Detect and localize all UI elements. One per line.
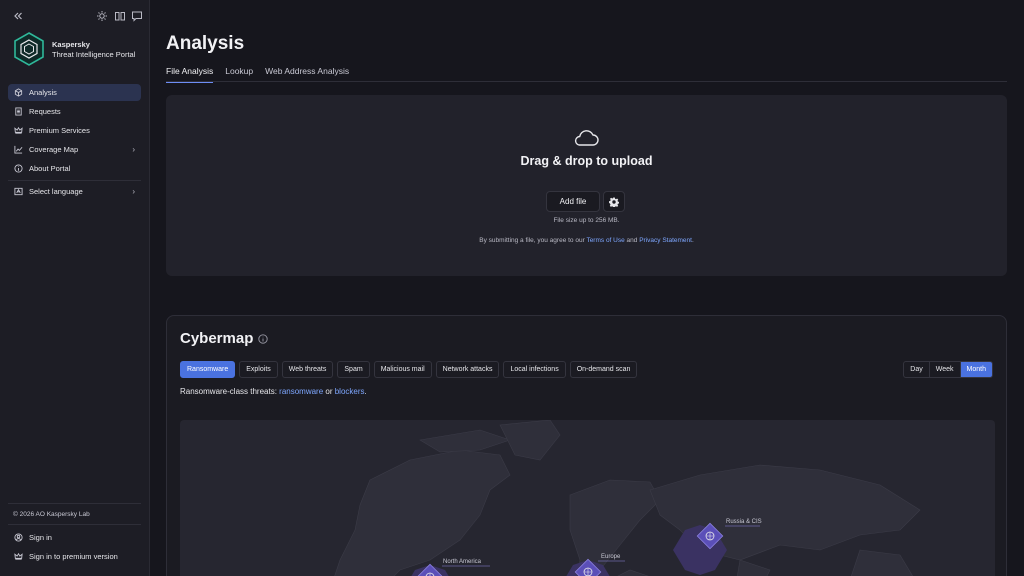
document-icon (14, 107, 23, 116)
filter-on-demand-scan[interactable]: On-demand scan (569, 361, 638, 378)
tabs-divider (166, 81, 1007, 82)
chevron-right-icon: › (132, 145, 135, 154)
filter-spam[interactable]: Spam (337, 361, 370, 378)
upload-dropzone[interactable]: Drag & drop to upload Add file File size… (166, 95, 1007, 276)
region-label-europe: Europe (601, 554, 621, 560)
filter-malicious-mail[interactable]: Malicious mail (373, 361, 432, 378)
nav-label: Coverage Map (29, 145, 79, 154)
nav-item-coverage-map[interactable]: Coverage Map › (8, 141, 141, 158)
ransomware-link[interactable]: ransomware (279, 387, 323, 396)
nav-label: About Portal (29, 164, 71, 173)
filter-local-infections[interactable]: Local infections (503, 361, 566, 378)
filter-network-attacks[interactable]: Network attacks (435, 361, 500, 378)
region-label-north-america: North America (443, 559, 482, 565)
filter-web-threats[interactable]: Web threats (281, 361, 334, 378)
desc-text: or (323, 387, 335, 396)
nav-item-analysis[interactable]: Analysis (8, 84, 141, 101)
period-week[interactable]: Week (930, 362, 961, 377)
nav-label: Premium Services (29, 126, 90, 135)
info-icon[interactable] (258, 334, 268, 344)
period-day[interactable]: Day (904, 362, 930, 377)
nav-label: Sign in (29, 533, 52, 542)
translate-icon (14, 187, 23, 196)
terms-text: . (691, 237, 694, 244)
sidebar-divider (8, 524, 141, 525)
terms-text: and (624, 237, 640, 244)
nav-item-about-portal[interactable]: About Portal (8, 160, 141, 177)
page-title: Analysis (166, 33, 245, 54)
sun-icon[interactable] (96, 10, 108, 22)
continents (334, 420, 921, 576)
region-label-russia-cis: Russia & CIS (726, 519, 762, 525)
sidebar: Kaspersky Threat Intelligence Portal Ana… (0, 0, 150, 576)
desc-text: . (364, 387, 367, 396)
brand-name: Kaspersky (52, 40, 90, 49)
terms-text: By submitting a file, you agree to our (479, 237, 587, 244)
sidebar-divider (8, 503, 141, 504)
info-icon (14, 164, 23, 173)
desc-text: Ransomware-class threats: (180, 387, 280, 396)
main-content: Analysis File Analysis Lookup Web Addres… (150, 0, 1024, 576)
nav-label: Requests (29, 107, 61, 116)
kaspersky-logo-icon (14, 32, 44, 66)
upload-title: Drag & drop to upload (520, 154, 653, 168)
terms-note: By submitting a file, you agree to our T… (166, 237, 1007, 244)
cube-icon (14, 88, 23, 97)
tab-web-address-analysis[interactable]: Web Address Analysis (265, 66, 349, 82)
file-size-note: File size up to 256 MB. (553, 217, 620, 224)
crown-icon (14, 552, 23, 561)
crown-icon (14, 126, 23, 135)
tabs: File Analysis Lookup Web Address Analysi… (166, 66, 361, 83)
brand[interactable]: Kaspersky Threat Intelligence Portal (12, 32, 144, 66)
gear-icon (609, 197, 619, 207)
threat-filter-group: Ransomware Exploits Web threats Spam Mal… (180, 361, 641, 378)
privacy-statement-link[interactable]: Privacy Statement (639, 237, 692, 244)
upload-settings-button[interactable] (603, 191, 625, 212)
nav-label: Sign in to premium version (29, 552, 118, 561)
add-file-button[interactable]: Add file (546, 191, 600, 212)
nav-item-requests[interactable]: Requests (8, 103, 141, 120)
chevron-right-icon: › (132, 187, 135, 196)
sidebar-toolbar (10, 8, 142, 24)
filter-exploits[interactable]: Exploits (239, 361, 278, 378)
sidebar-divider (8, 180, 141, 181)
world-map[interactable]: Russia & CIS North America Europe (180, 420, 995, 576)
terms-of-use-link[interactable]: Terms of Use (586, 237, 624, 244)
cybermap-panel: Cybermap Ransomware Exploits Web threats… (166, 315, 1007, 576)
period-month[interactable]: Month (960, 362, 992, 377)
user-icon (14, 533, 23, 542)
select-language[interactable]: Select language › (8, 183, 141, 200)
blockers-link[interactable]: blockers (335, 387, 365, 396)
sign-in-link[interactable]: Sign in (8, 529, 141, 546)
filter-ransomware[interactable]: Ransomware (180, 361, 236, 378)
brand-product: Threat Intelligence Portal (52, 50, 136, 59)
tab-lookup[interactable]: Lookup (225, 66, 253, 82)
nav-label: Select language (29, 187, 83, 196)
collapse-icon[interactable] (12, 10, 24, 22)
chart-icon (14, 145, 23, 154)
tab-file-analysis[interactable]: File Analysis (166, 66, 214, 83)
cloud-icon (574, 130, 599, 146)
nav-label: Analysis (29, 88, 57, 97)
book-icon[interactable] (114, 10, 126, 22)
copyright: © 2026 AO Kaspersky Lab (13, 511, 90, 518)
nav-item-premium-services[interactable]: Premium Services (8, 122, 141, 139)
chat-icon[interactable] (131, 10, 143, 22)
sign-in-premium-link[interactable]: Sign in to premium version (8, 548, 141, 565)
period-selector: Day Week Month (903, 361, 993, 378)
cybermap-description: Ransomware-class threats: ransomware or … (180, 387, 367, 396)
cybermap-title: Cybermap (180, 330, 254, 347)
